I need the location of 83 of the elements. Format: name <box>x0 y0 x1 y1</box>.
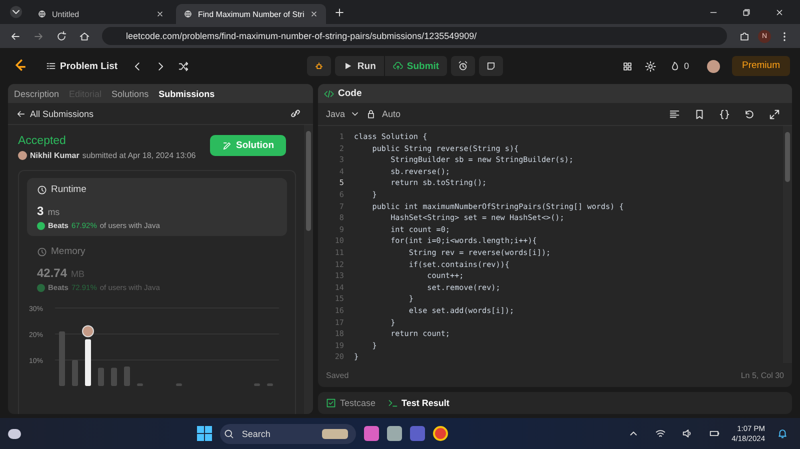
play-icon <box>343 61 354 71</box>
forward-button[interactable] <box>33 30 44 42</box>
scrollbar[interactable] <box>783 126 792 363</box>
submitted-date: submitted at Apr 18, 2024 13:06 <box>82 151 196 160</box>
leaf-icon <box>37 222 45 230</box>
cloud-upload-icon <box>392 61 403 71</box>
note-icon <box>486 61 496 71</box>
new-tab-button[interactable] <box>334 6 346 18</box>
extensions-icon[interactable] <box>739 30 750 42</box>
code-icon <box>324 88 334 98</box>
panel-tab[interactable]: Submissions <box>158 88 215 98</box>
reload-button[interactable] <box>56 30 67 42</box>
app-icon[interactable] <box>410 426 425 441</box>
metric-title: Runtime <box>51 184 86 195</box>
search-field[interactable]: Search <box>220 424 356 444</box>
cursor-position: Ln 5, Col 30 <box>740 370 784 380</box>
language-dropdown[interactable]: Java <box>326 109 360 119</box>
settings-button[interactable] <box>644 60 656 72</box>
expand-icon[interactable] <box>769 108 780 120</box>
bell-icon[interactable] <box>777 428 788 439</box>
submit-button[interactable]: Submit <box>384 56 448 76</box>
browser-tab[interactable]: Untitled <box>30 4 172 24</box>
address-bar[interactable]: leetcode.com/problems/find-maximum-number-of-string-pairs/submissions/1235549909/ <box>102 27 727 45</box>
list-icon <box>46 61 56 71</box>
speaker-icon[interactable] <box>682 428 693 439</box>
console-tab[interactable]: Testcase <box>326 398 376 408</box>
checkbox-icon <box>326 398 336 408</box>
console-tab[interactable]: Test Result <box>388 398 450 408</box>
globe-icon <box>184 10 192 18</box>
author-name[interactable]: Nikhil Kumar <box>30 151 80 160</box>
alarm-clock-icon <box>458 61 468 71</box>
avatar-circle <box>82 325 94 338</box>
format-icon[interactable] <box>669 108 680 120</box>
leaf-icon <box>37 284 45 292</box>
metric-value: 42.74 <box>37 266 68 280</box>
streak-counter[interactable]: 0 <box>664 61 695 71</box>
task-view-icon[interactable] <box>386 426 402 441</box>
edit-icon <box>222 140 232 150</box>
app-icon[interactable] <box>364 426 379 441</box>
home-button[interactable] <box>79 30 90 42</box>
clock-icon <box>37 246 47 256</box>
link-icon[interactable] <box>290 108 301 119</box>
avatar-circle[interactable] <box>706 60 720 72</box>
scrollbar[interactable] <box>304 125 313 414</box>
battery-icon[interactable] <box>708 428 720 439</box>
shuffle-button[interactable] <box>178 60 189 72</box>
premium-button[interactable]: Premium <box>732 56 790 76</box>
close-icon[interactable] <box>310 10 318 18</box>
run-button[interactable]: Run <box>335 56 384 76</box>
close-button[interactable] <box>775 8 784 16</box>
panel-tab[interactable]: Description <box>14 88 60 98</box>
back-button[interactable] <box>10 30 21 42</box>
code-tab[interactable]: Code <box>324 88 362 99</box>
saved-status: Saved <box>326 370 349 380</box>
all-submissions-link[interactable]: All Submissions <box>16 108 94 118</box>
status-text: Accepted <box>18 135 67 147</box>
auto-mode-toggle[interactable]: Auto <box>366 109 401 119</box>
wifi-icon[interactable] <box>654 428 666 439</box>
close-icon[interactable] <box>156 10 164 18</box>
metric-title: Memory <box>51 246 86 257</box>
avatar-circle <box>18 151 27 160</box>
notes-button[interactable] <box>479 56 504 76</box>
problem-list-link[interactable]: Problem List <box>46 60 118 72</box>
timer-button[interactable] <box>451 56 476 76</box>
logo-icon[interactable] <box>14 59 28 73</box>
browser-tab[interactable]: Find Maximum Number of Stri <box>176 4 326 24</box>
braces-icon[interactable] <box>719 108 730 120</box>
restore-button[interactable] <box>742 8 751 16</box>
terminal-icon <box>388 398 398 408</box>
tab-list-button[interactable] <box>10 6 22 18</box>
metric-unit: ms <box>48 207 60 217</box>
lock-icon <box>366 109 376 119</box>
globe-icon <box>38 10 46 18</box>
layout-button[interactable] <box>622 60 633 72</box>
search-icon <box>224 428 234 438</box>
back-arrow-icon <box>16 108 26 118</box>
metric-value: 3 <box>37 204 44 218</box>
windows-start-icon[interactable] <box>196 426 212 441</box>
reset-icon[interactable] <box>744 108 755 120</box>
panel-tab[interactable]: Solutions <box>112 88 149 98</box>
debug-button[interactable] <box>307 56 332 76</box>
bookmark-icon[interactable] <box>694 108 705 120</box>
clock-icon <box>37 184 47 194</box>
